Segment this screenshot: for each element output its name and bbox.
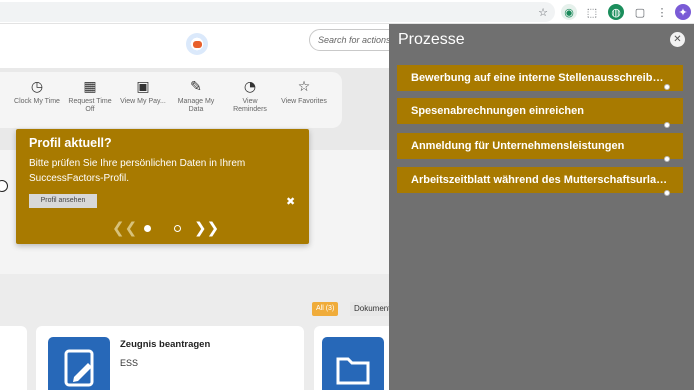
process-item[interactable]: Arbeitszeitblatt während des Mutterschaf… xyxy=(397,167,683,193)
close-icon[interactable]: ✖ xyxy=(286,195,295,208)
extension-icon[interactable]: ◉ xyxy=(561,4,577,20)
process-item[interactable]: Bewerbung auf eine interne Stellenaussch… xyxy=(397,65,683,91)
profile-icon[interactable]: ◍ xyxy=(608,4,624,20)
processes-panel: Prozesse ✕ Bewerbung auf eine interne St… xyxy=(389,24,694,390)
process-item[interactable]: Spesenabrechnungen einreichen xyxy=(397,98,683,124)
quick-action-label: Clock My Time xyxy=(14,98,60,105)
puzzle-icon[interactable]: ⬚ xyxy=(584,4,600,20)
popover-text: Bitte prüfen Sie Ihre persönlichen Daten… xyxy=(29,158,246,184)
card-subtitle: ESS xyxy=(120,358,139,368)
edit-document-icon xyxy=(48,337,110,390)
pager-dot-active[interactable] xyxy=(144,225,151,232)
previous-icon[interactable]: ❮❮ xyxy=(112,219,137,237)
process-item[interactable]: Anmeldung für Unternehmensleistungen xyxy=(397,133,683,159)
close-icon[interactable]: ✕ xyxy=(670,32,685,47)
quick-action-clock-my-time[interactable]: ◷ Clock My Time xyxy=(13,78,61,106)
quick-action-label: View My Pay... xyxy=(120,98,166,105)
pay-icon: ▣ xyxy=(136,79,150,95)
card-title: Zeugnis beantragen xyxy=(120,339,211,350)
profile-reminder-popover: Profil aktuell? Bitte prüfen Sie Ihre pe… xyxy=(16,129,309,244)
browser-toolbar: ☆ ◉ ⬚ ◍ ▢ ⋮ ✦ xyxy=(0,0,694,24)
process-item-marker xyxy=(664,84,670,90)
filter-documents-chip[interactable]: Dokumente xyxy=(350,302,389,316)
panel-title: Prozesse xyxy=(398,31,465,48)
quick-action-view-reminders[interactable]: ◔ View Reminders xyxy=(226,78,274,114)
chatbot-icon[interactable] xyxy=(186,33,208,55)
quick-actions-panel: ◷ Clock My Time ▦ Request Time Off ▣ Vie… xyxy=(0,72,342,128)
folder-icon xyxy=(322,337,384,390)
filter-all-chip[interactable]: All (3) xyxy=(312,302,339,316)
quick-action-request-time-off[interactable]: ▦ Request Time Off xyxy=(66,78,114,114)
calendar-icon: ▦ xyxy=(83,79,97,95)
quick-action-label: View Favorites xyxy=(281,98,327,105)
tile-card[interactable] xyxy=(0,326,27,390)
star-icon[interactable]: ☆ xyxy=(535,4,551,20)
quick-action-label: Request Time Off xyxy=(68,98,112,113)
quick-action-label: View Reminders xyxy=(233,98,267,113)
popover-title: Profil aktuell? xyxy=(29,136,112,150)
quick-action-view-my-pay[interactable]: ▣ View My Pay... xyxy=(119,78,167,106)
menu-icon[interactable]: ⋮ xyxy=(654,4,670,20)
view-profile-button[interactable]: Profil ansehen xyxy=(29,194,97,208)
copilot-icon[interactable]: ✦ xyxy=(675,4,691,20)
process-item-marker xyxy=(664,122,670,128)
clock-icon: ◷ xyxy=(30,79,44,95)
split-view-icon[interactable]: ▢ xyxy=(632,4,648,20)
pager-dot[interactable] xyxy=(174,225,181,232)
quick-action-view-favorites[interactable]: ☆ View Favorites xyxy=(280,78,328,106)
address-bar[interactable] xyxy=(0,2,555,22)
star-icon: ☆ xyxy=(297,79,311,95)
reminder-icon: ◔ xyxy=(243,79,257,95)
process-item-marker xyxy=(664,156,670,162)
quick-action-label: Manage My Data xyxy=(177,98,215,113)
process-item-marker xyxy=(664,190,670,196)
edit-person-icon: ✎ xyxy=(190,79,202,95)
next-icon[interactable]: ❯❯ xyxy=(194,219,219,237)
quick-action-manage-my-data[interactable]: ✎ Manage My Data xyxy=(172,78,220,114)
